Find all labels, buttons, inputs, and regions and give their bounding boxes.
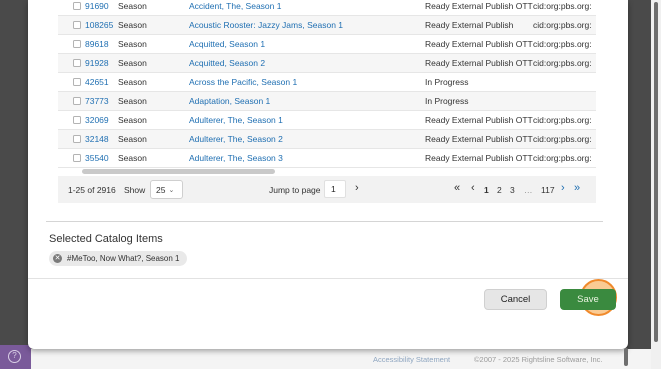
page-size-label: Show xyxy=(124,184,146,195)
catalog-modal: 91690 Season Accident, The, Season 1 Ready … xyxy=(28,0,628,349)
jump-to-page-label: Jump to page xyxy=(269,184,321,195)
row-checkbox[interactable] xyxy=(73,40,81,48)
row-id-link[interactable]: 35540 xyxy=(85,153,109,163)
page-link[interactable]: 3 xyxy=(510,185,515,195)
page-link-last[interactable]: 117 xyxy=(541,185,555,195)
remove-chip-icon[interactable]: ✕ xyxy=(53,254,62,263)
page-size-select[interactable]: 25 ⌄ xyxy=(150,180,183,199)
next-page-icon[interactable]: › xyxy=(561,182,565,194)
table-row[interactable]: 73773 Season Adaptation, Season 1 In Progre… xyxy=(58,92,596,111)
row-title-link[interactable]: Accident, The, Season 1 xyxy=(189,1,281,11)
table-row[interactable]: 91690 Season Accident, The, Season 1 Ready … xyxy=(58,0,596,16)
jump-to-page-input[interactable]: 1 xyxy=(324,180,346,198)
row-title-link[interactable]: Adulterer, The, Season 2 xyxy=(189,134,283,144)
jump-go-icon[interactable]: › xyxy=(355,182,359,194)
row-status: In Progress xyxy=(425,77,469,87)
row-id-link[interactable]: 91928 xyxy=(85,58,109,68)
pagination-bar: 1-25 of 2916 Show 25 ⌄ Jump to page 1 › … xyxy=(58,176,596,203)
footer-divider xyxy=(28,278,628,279)
selected-item-chip: ✕ #MeToo, Now What?, Season 1 xyxy=(49,251,187,266)
chip-label: #MeToo, Now What?, Season 1 xyxy=(67,254,180,263)
row-checkbox[interactable] xyxy=(73,97,81,105)
table-row[interactable]: 108265 Season Acoustic Rooster: Jazzy Jams… xyxy=(58,16,596,35)
row-checkbox[interactable] xyxy=(73,78,81,86)
row-status: In Progress xyxy=(425,96,469,106)
row-title-link[interactable]: Across the Pacific, Season 1 xyxy=(189,77,297,87)
row-status: Ready External Publish OTT xyxy=(425,153,533,163)
row-title-link[interactable]: Adulterer, The, Season 1 xyxy=(189,115,283,125)
catalog-table: 91690 Season Accident, The, Season 1 Ready … xyxy=(58,0,596,168)
row-type: Season xyxy=(118,20,147,30)
row-title-link[interactable]: Acoustic Rooster: Jazzy Jams, Season 1 xyxy=(189,20,343,30)
row-external-id: cid:org:pbs.org: xyxy=(533,153,592,163)
row-external-id: cid:org:pbs.org: xyxy=(533,20,592,30)
horizontal-scrollbar[interactable] xyxy=(82,169,275,174)
row-status: Ready External Publish OTT xyxy=(425,134,533,144)
row-status: Ready External Publish OTT xyxy=(425,39,533,49)
copyright-text: ©2007 - 2025 Rightsline Software, Inc. xyxy=(474,355,603,364)
vertical-scrollbar-thumb[interactable] xyxy=(654,2,658,342)
row-title-link[interactable]: Adaptation, Season 1 xyxy=(189,96,270,106)
row-status: Ready External Publish OTT xyxy=(425,58,533,68)
row-external-id: cid:org:pbs.org: xyxy=(533,39,592,49)
table-row[interactable]: 89618 Season Acquitted, Season 1 Ready Exte… xyxy=(58,35,596,54)
row-title-link[interactable]: Acquitted, Season 2 xyxy=(189,58,265,68)
row-title-link[interactable]: Adulterer, The, Season 3 xyxy=(189,153,283,163)
row-type: Season xyxy=(118,115,147,125)
page-scrollbar-thumb[interactable] xyxy=(624,348,628,366)
divider xyxy=(46,221,603,222)
row-external-id: cid:org:pbs.org: xyxy=(533,58,592,68)
row-id-link[interactable]: 89618 xyxy=(85,39,109,49)
row-checkbox[interactable] xyxy=(73,2,81,10)
help-tab[interactable]: ? xyxy=(0,345,31,369)
table-row[interactable]: 42651 Season Across the Pacific, Season 1 I… xyxy=(58,73,596,92)
prev-page-icon[interactable]: ‹ xyxy=(471,182,475,194)
help-icon: ? xyxy=(8,350,21,363)
row-type: Season xyxy=(118,153,147,163)
row-id-link[interactable]: 32148 xyxy=(85,134,109,144)
row-checkbox[interactable] xyxy=(73,135,81,143)
chevron-down-icon: ⌄ xyxy=(168,186,175,194)
row-checkbox[interactable] xyxy=(73,154,81,162)
row-id-link[interactable]: 108265 xyxy=(85,20,113,30)
table-row[interactable]: 35540 Season Adulterer, The, Season 3 Ready… xyxy=(58,149,596,168)
row-checkbox[interactable] xyxy=(73,59,81,67)
table-row[interactable]: 91928 Season Acquitted, Season 2 Ready Exte… xyxy=(58,54,596,73)
page-ellipsis: … xyxy=(524,184,533,195)
row-title-link[interactable]: Acquitted, Season 1 xyxy=(189,39,265,49)
row-id-link[interactable]: 91690 xyxy=(85,1,109,11)
row-type: Season xyxy=(118,1,147,11)
save-button[interactable]: Save xyxy=(560,289,616,310)
row-type: Season xyxy=(118,39,147,49)
last-page-icon[interactable]: » xyxy=(574,182,580,194)
table-row[interactable]: 32148 Season Adulterer, The, Season 2 Ready… xyxy=(58,130,596,149)
row-status: Ready External Publish OTT xyxy=(425,1,533,11)
row-checkbox[interactable] xyxy=(73,116,81,124)
row-status: Ready External Publish xyxy=(425,20,514,30)
pagination-range: 1-25 of 2916 xyxy=(68,184,116,195)
page-link-current[interactable]: 1 xyxy=(484,185,489,195)
page-footer-bar: Accessibility Statement ©2007 - 2025 Rig… xyxy=(31,349,651,369)
page-size-value: 25 xyxy=(156,184,166,195)
row-id-link[interactable]: 32069 xyxy=(85,115,109,125)
row-id-link[interactable]: 73773 xyxy=(85,96,109,106)
table-row[interactable]: 32069 Season Adulterer, The, Season 1 Ready… xyxy=(58,111,596,130)
row-external-id: cid:org:pbs.org: xyxy=(533,1,592,11)
row-checkbox[interactable] xyxy=(73,21,81,29)
first-page-icon[interactable]: « xyxy=(454,182,460,194)
row-type: Season xyxy=(118,58,147,68)
row-id-link[interactable]: 42651 xyxy=(85,77,109,87)
accessibility-statement-link[interactable]: Accessibility Statement xyxy=(373,355,450,364)
row-type: Season xyxy=(118,77,147,87)
cancel-button[interactable]: Cancel xyxy=(484,289,547,310)
row-type: Season xyxy=(118,96,147,106)
selected-items-title: Selected Catalog Items xyxy=(49,233,163,245)
row-external-id: cid:org:pbs.org: xyxy=(533,134,592,144)
row-status: Ready External Publish OTT xyxy=(425,115,533,125)
page-link[interactable]: 2 xyxy=(497,185,502,195)
row-type: Season xyxy=(118,134,147,144)
row-external-id: cid:org:pbs.org: xyxy=(533,115,592,125)
